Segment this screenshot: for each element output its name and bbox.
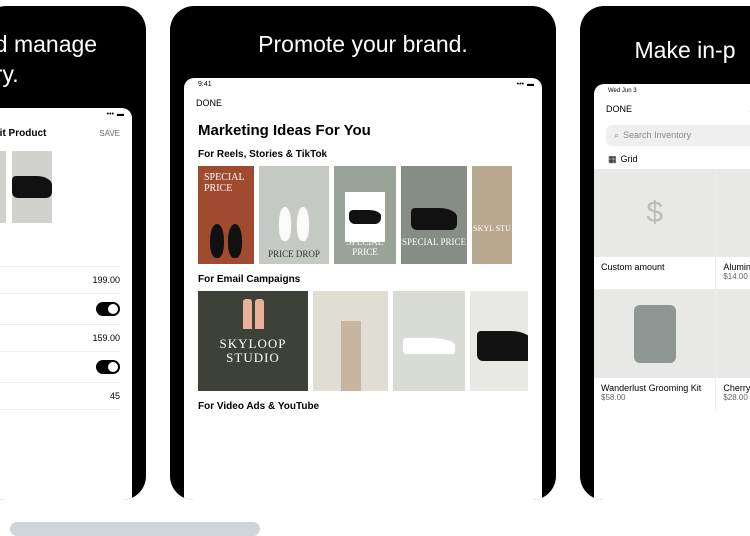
product-form: xer 199.00 159.00 45 — [0, 229, 132, 410]
page-title: Marketing Ideas For You — [198, 122, 528, 139]
panel-in-person: Make in-p Wed Jun 3 DONE Add items to ba… — [580, 6, 750, 500]
search-icon: ⌕ — [614, 130, 619, 141]
view-toggle[interactable]: ▦ Grid — [594, 150, 750, 169]
app-screenshots-carousel: nd manage ory. 9:41•••▬ Edit Product SAV… — [0, 0, 750, 500]
panel-headline: Make in-p — [580, 6, 750, 84]
template-card[interactable] — [313, 291, 388, 391]
search-placeholder: Search Inventory — [623, 130, 691, 140]
screen-title: Edit Product — [0, 128, 46, 139]
product-image — [716, 169, 750, 257]
section-heading: For Video Ads & YouTube — [198, 401, 528, 412]
section-heading: For Reels, Stories & TikTok — [198, 149, 528, 160]
template-card[interactable]: SKYLOOP STUDIO — [198, 291, 308, 391]
panel-edit-product: nd manage ory. 9:41•••▬ Edit Product SAV… — [0, 6, 146, 500]
template-row[interactable]: SPECIAL PRICE PRICE DROP SPECIAL PRICE S… — [198, 166, 528, 264]
grid-item[interactable]: Aluminum F$14.00 — [716, 169, 750, 289]
form-row[interactable]: 199.00 — [0, 267, 120, 294]
product-gallery — [0, 145, 132, 229]
status-bar: 9:41•••▬ — [0, 108, 132, 122]
tablet-frame: 9:41•••▬ DONE Marketing Ideas For You Fo… — [184, 78, 542, 500]
status-bar: 9:41•••▬ — [184, 78, 542, 92]
dollar-icon: $ — [594, 169, 715, 257]
template-card[interactable]: SPECIAL PRICE — [198, 166, 254, 264]
panel-headline: nd manage ory. — [0, 6, 146, 108]
save-button[interactable]: SAVE — [99, 129, 120, 138]
toggle-switch[interactable] — [96, 360, 120, 374]
screen-header: DONE — [184, 92, 542, 114]
product-image[interactable] — [12, 151, 52, 223]
product-image — [594, 290, 715, 378]
form-row[interactable] — [0, 352, 120, 383]
product-image — [716, 290, 750, 378]
template-row[interactable]: SKYLOOP STUDIO — [198, 291, 528, 391]
grid-icon: ▦ — [608, 154, 617, 165]
grid-item[interactable]: Cherrywood$28.00 — [716, 290, 750, 410]
toggle-switch[interactable] — [96, 302, 120, 316]
done-button[interactable]: DONE — [196, 98, 222, 108]
product-grid: $ Custom amount Aluminum F$14.00 Wanderl… — [594, 169, 750, 410]
form-row[interactable]: 159.00 — [0, 325, 120, 352]
screen-header: DONE Add items to bag — [594, 98, 750, 121]
search-input[interactable]: ⌕ Search Inventory — [606, 125, 750, 146]
form-row[interactable]: xer — [0, 239, 120, 267]
panel-promote-brand: Promote your brand. 9:41•••▬ DONE Market… — [170, 6, 556, 500]
tablet-frame: 9:41•••▬ Edit Product SAVE xer 199.00 15… — [0, 108, 132, 500]
section-heading: For Email Campaigns — [198, 274, 528, 285]
status-bar: Wed Jun 3 — [594, 84, 750, 98]
product-image[interactable] — [0, 151, 6, 223]
grid-item[interactable]: Wanderlust Grooming Kit$58.00 — [594, 290, 715, 410]
horizontal-scrollbar[interactable] — [10, 522, 260, 536]
template-card[interactable]: SPECIAL PRICE — [401, 166, 467, 264]
template-card[interactable]: PRICE DROP — [259, 166, 329, 264]
grid-item[interactable]: $ Custom amount — [594, 169, 715, 289]
template-card[interactable] — [470, 291, 528, 391]
screen-header: Edit Product SAVE — [0, 122, 132, 145]
form-row[interactable]: 45 — [0, 383, 120, 410]
template-card[interactable] — [393, 291, 465, 391]
tablet-frame: Wed Jun 3 DONE Add items to bag ⌕ Search… — [594, 84, 750, 500]
form-row[interactable] — [0, 294, 120, 325]
template-card[interactable]: SKYL STU — [472, 166, 512, 264]
done-button[interactable]: DONE — [606, 104, 632, 114]
marketing-content: Marketing Ideas For You For Reels, Stori… — [184, 114, 542, 500]
template-card[interactable]: SPECIAL PRICE — [334, 166, 396, 264]
panel-headline: Promote your brand. — [170, 6, 556, 78]
